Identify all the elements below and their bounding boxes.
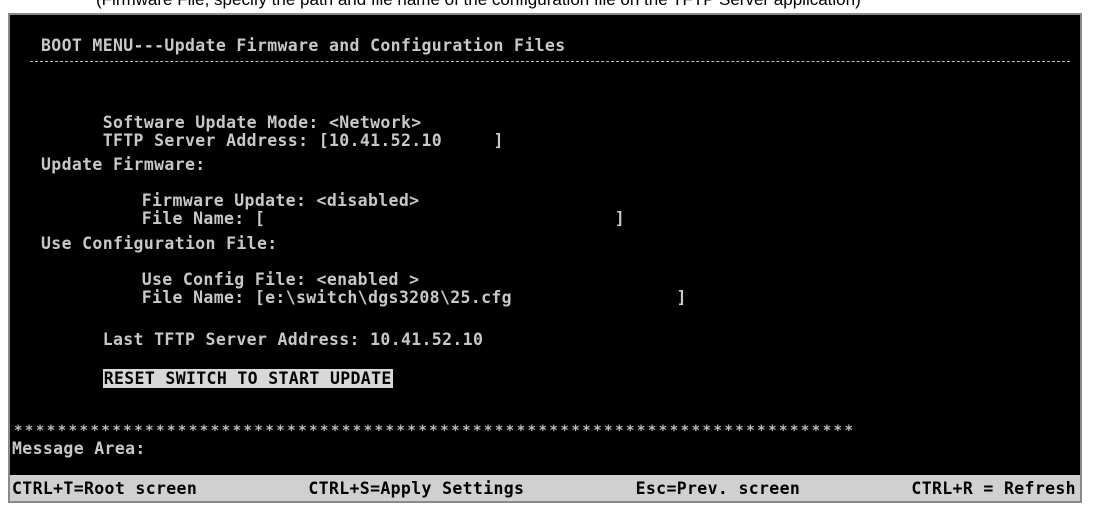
config-file-field[interactable]: [e:\switch\dgs3208\25.cfg ]	[255, 288, 687, 307]
menu-title: BOOT MENU---Update Firmware and Configur…	[41, 36, 566, 55]
use-config-heading: Use Configuration File:	[41, 234, 278, 253]
message-separator: ****************************************…	[14, 423, 856, 439]
last-tftp-value: 10.41.52.10	[370, 330, 484, 349]
firmware-file-label: File Name:	[141, 209, 245, 228]
update-firmware-heading: Update Firmware:	[41, 155, 206, 174]
title-divider	[30, 61, 1070, 62]
firmware-file-field[interactable]: [ ]	[255, 209, 625, 228]
config-file-label: File Name:	[141, 288, 245, 307]
tftp-server-label: TFTP Server Address:	[102, 131, 309, 150]
terminal-screen: BOOT MENU---Update Firmware and Configur…	[10, 15, 1080, 501]
shortcut-apply-settings[interactable]: CTRL+S=Apply Settings	[308, 479, 524, 498]
shortcut-bar: CTRL+T=Root screen CTRL+S=Apply Settings…	[10, 475, 1080, 501]
tftp-server-field[interactable]: [10.41.52.10 ]	[319, 131, 504, 150]
reset-row: RESET SWITCH TO START UPDATE	[41, 352, 393, 406]
reset-switch-button[interactable]: RESET SWITCH TO START UPDATE	[102, 369, 393, 388]
terminal-window: BOOT MENU---Update Firmware and Configur…	[8, 13, 1082, 503]
shortcut-root-screen[interactable]: CTRL+T=Root screen	[12, 479, 197, 498]
clipped-document-text: (Firmware File, specify the path and fil…	[0, 0, 1096, 11]
shortcut-prev-screen[interactable]: Esc=Prev. screen	[636, 479, 801, 498]
message-area-label: Message Area:	[12, 439, 146, 458]
shortcut-refresh[interactable]: CTRL+R = Refresh	[911, 479, 1076, 498]
last-tftp-label: Last TFTP Server Address:	[102, 330, 360, 349]
